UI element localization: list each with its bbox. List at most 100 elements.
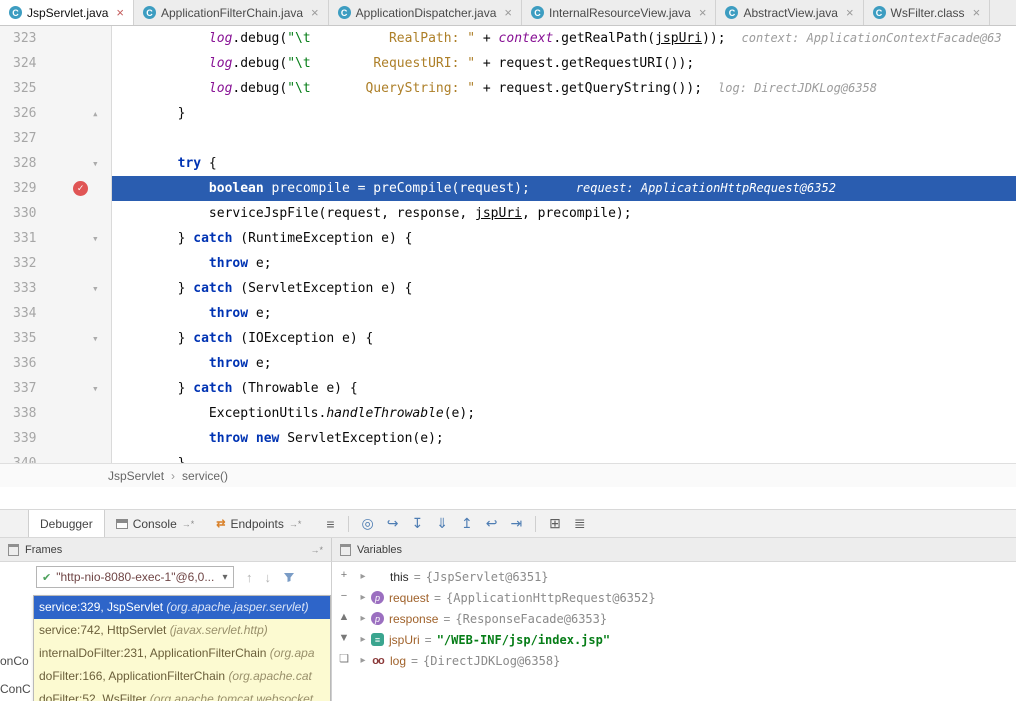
remove-watch-icon[interactable]: − <box>341 591 347 602</box>
editor-gutter[interactable]: 331▾ <box>0 226 112 251</box>
editor-gutter[interactable]: 328▾ <box>0 151 112 176</box>
fold-marker-icon[interactable]: ▾ <box>92 376 99 401</box>
editor-tab[interactable]: CJspServlet.java× <box>0 0 134 25</box>
editor-gutter[interactable]: 324 <box>0 51 112 76</box>
editor-gutter[interactable]: 327 <box>0 126 112 151</box>
editor-gutter[interactable]: 338 <box>0 401 112 426</box>
expand-chevron-icon[interactable]: ▸ <box>355 613 371 624</box>
code-text[interactable]: } catch (Throwable e) { <box>112 376 1016 401</box>
duplicate-watch-icon[interactable]: ❏ <box>339 654 349 665</box>
editor-tab[interactable]: CAbstractView.java× <box>716 0 863 25</box>
stack-frame-row[interactable]: service:742, HttpServlet (javax.servlet.… <box>34 619 330 642</box>
code-text[interactable]: } <box>112 101 1016 126</box>
expand-chevron-icon[interactable]: ▸ <box>355 571 371 582</box>
breadcrumb-method[interactable]: service() <box>182 469 228 483</box>
debug-tab-endpoints[interactable]: ⇄Endpoints→* <box>205 510 312 537</box>
editor-gutter[interactable]: 340 <box>0 451 112 463</box>
variable-row[interactable]: ▸presponse={ResponseFacade@6353} <box>355 608 1016 629</box>
code-text[interactable]: throw new ServletException(e); <box>112 426 1016 451</box>
code-text[interactable]: } catch (RuntimeException e) { <box>112 226 1016 251</box>
variable-row[interactable]: ▸≡jspUri="/WEB-INF/jsp/index.jsp" <box>355 629 1016 650</box>
editor-gutter[interactable]: 323 <box>0 26 112 51</box>
editor-gutter[interactable]: 330 <box>0 201 112 226</box>
close-tab-icon[interactable]: × <box>699 6 707 19</box>
move-watch-down-icon[interactable]: ▼ <box>339 633 350 644</box>
editor-code-area[interactable]: 323 log.debug("\t RealPath: " + context.… <box>0 26 1016 463</box>
stack-frame-row[interactable]: doFilter:166, ApplicationFilterChain (or… <box>34 665 330 688</box>
hide-library-frames-filter-icon[interactable] <box>283 571 295 583</box>
step-out-icon[interactable]: ↥ <box>461 515 473 532</box>
run-to-cursor-icon[interactable]: ⇥ <box>510 515 522 532</box>
variable-row[interactable]: ▸oolog={DirectJDKLog@6358} <box>355 650 1016 671</box>
fold-marker-icon[interactable]: ▾ <box>92 276 99 301</box>
editor-tab[interactable]: CApplicationFilterChain.java× <box>134 0 329 25</box>
editor-gutter[interactable]: 335▾ <box>0 326 112 351</box>
expand-chevron-icon[interactable]: ▸ <box>355 655 371 666</box>
breadcrumb-class[interactable]: JspServlet <box>108 469 164 483</box>
debug-tab-console[interactable]: Console→* <box>105 510 206 537</box>
next-frame-button[interactable]: ↓ <box>265 570 272 585</box>
stack-frame-row[interactable]: service:329, JspServlet (org.apache.jasp… <box>34 596 330 619</box>
editor-gutter[interactable]: 332 <box>0 251 112 276</box>
step-into-icon[interactable]: ↧ <box>412 515 424 532</box>
drop-frame-icon[interactable]: ↩ <box>486 515 498 532</box>
editor-gutter[interactable]: 339 <box>0 426 112 451</box>
mute-breakpoints-icon[interactable]: ≣ <box>574 515 586 532</box>
dropdown-arrow-icon[interactable]: ▾ <box>217 572 233 583</box>
editor-gutter[interactable]: 333▾ <box>0 276 112 301</box>
code-text[interactable]: log.debug("\t RequestURI: " + request.ge… <box>112 51 1016 76</box>
stack-frame-row[interactable]: doFilter:52, WsFilter (org.apache.tomcat… <box>34 688 330 701</box>
close-tab-icon[interactable]: × <box>116 6 124 19</box>
code-text[interactable]: ExceptionUtils.handleThrowable(e); <box>112 401 1016 426</box>
code-text[interactable]: try { <box>112 151 1016 176</box>
close-tab-icon[interactable]: × <box>846 6 854 19</box>
stack-frame-row[interactable]: internalDoFilter:231, ApplicationFilterC… <box>34 642 330 665</box>
editor-gutter[interactable]: 337▾ <box>0 376 112 401</box>
step-over-icon[interactable]: ↪ <box>387 515 399 532</box>
editor-gutter[interactable]: 326▴ <box>0 101 112 126</box>
line-number: 325 <box>13 76 36 101</box>
variable-row[interactable]: ▸this={JspServlet@6351} <box>355 566 1016 587</box>
code-text[interactable]: throw e; <box>112 251 1016 276</box>
fold-marker-icon[interactable]: ▾ <box>92 326 99 351</box>
editor-gutter[interactable]: 325 <box>0 76 112 101</box>
frames-header-mark-icon[interactable]: →* <box>310 545 323 555</box>
expand-chevron-icon[interactable]: ▸ <box>355 592 371 603</box>
debug-tab-debugger[interactable]: Debugger <box>28 510 105 537</box>
editor-tab[interactable]: CWsFilter.class× <box>864 0 991 25</box>
code-text[interactable]: log.debug("\t RealPath: " + context.getR… <box>112 26 1016 51</box>
code-text[interactable]: boolean precompile = preCompile(request)… <box>112 176 1016 201</box>
code-text[interactable]: log.debug("\t QueryString: " + request.g… <box>112 76 1016 101</box>
fold-marker-icon[interactable]: ▾ <box>92 226 99 251</box>
editor-gutter[interactable]: 336 <box>0 351 112 376</box>
code-text[interactable] <box>112 126 1016 151</box>
code-text[interactable]: serviceJspFile(request, response, jspUri… <box>112 201 1016 226</box>
expand-chevron-icon[interactable]: ▸ <box>355 634 371 645</box>
force-step-into-icon[interactable]: ⇓ <box>436 515 448 532</box>
code-text[interactable]: throw e; <box>112 301 1016 326</box>
previous-frame-button[interactable]: ↑ <box>246 570 253 585</box>
line-number: 323 <box>13 26 36 51</box>
thread-selector[interactable]: ✔ "http-nio-8080-exec-1"@6,0... ▾ <box>36 566 234 588</box>
editor-tab[interactable]: CInternalResourceView.java× <box>522 0 716 25</box>
show-execution-point-icon[interactable]: ◎ <box>362 515 374 532</box>
editor-tab[interactable]: CApplicationDispatcher.java× <box>329 0 522 25</box>
close-tab-icon[interactable]: × <box>311 6 319 19</box>
close-tab-icon[interactable]: × <box>973 6 981 19</box>
code-text[interactable]: } <box>112 451 1016 463</box>
code-text[interactable]: throw e; <box>112 351 1016 376</box>
editor-gutter[interactable]: 329✓ <box>0 176 112 201</box>
close-tab-icon[interactable]: × <box>504 6 512 19</box>
add-watch-icon[interactable]: + <box>341 570 347 581</box>
breakpoint-icon[interactable]: ✓ <box>73 181 88 196</box>
fold-marker-icon[interactable]: ▴ <box>92 101 99 126</box>
fold-marker-icon[interactable]: ▾ <box>92 151 99 176</box>
variable-row[interactable]: ▸prequest={ApplicationHttpRequest@6352} <box>355 587 1016 608</box>
layout-menu-icon[interactable]: ≡ <box>326 516 334 532</box>
code-text[interactable]: } catch (IOException e) { <box>112 326 1016 351</box>
view-breakpoints-icon[interactable]: ⊞ <box>549 515 561 532</box>
variables-title: Variables <box>357 544 402 556</box>
move-watch-up-icon[interactable]: ▲ <box>339 612 350 623</box>
code-text[interactable]: } catch (ServletException e) { <box>112 276 1016 301</box>
editor-gutter[interactable]: 334 <box>0 301 112 326</box>
